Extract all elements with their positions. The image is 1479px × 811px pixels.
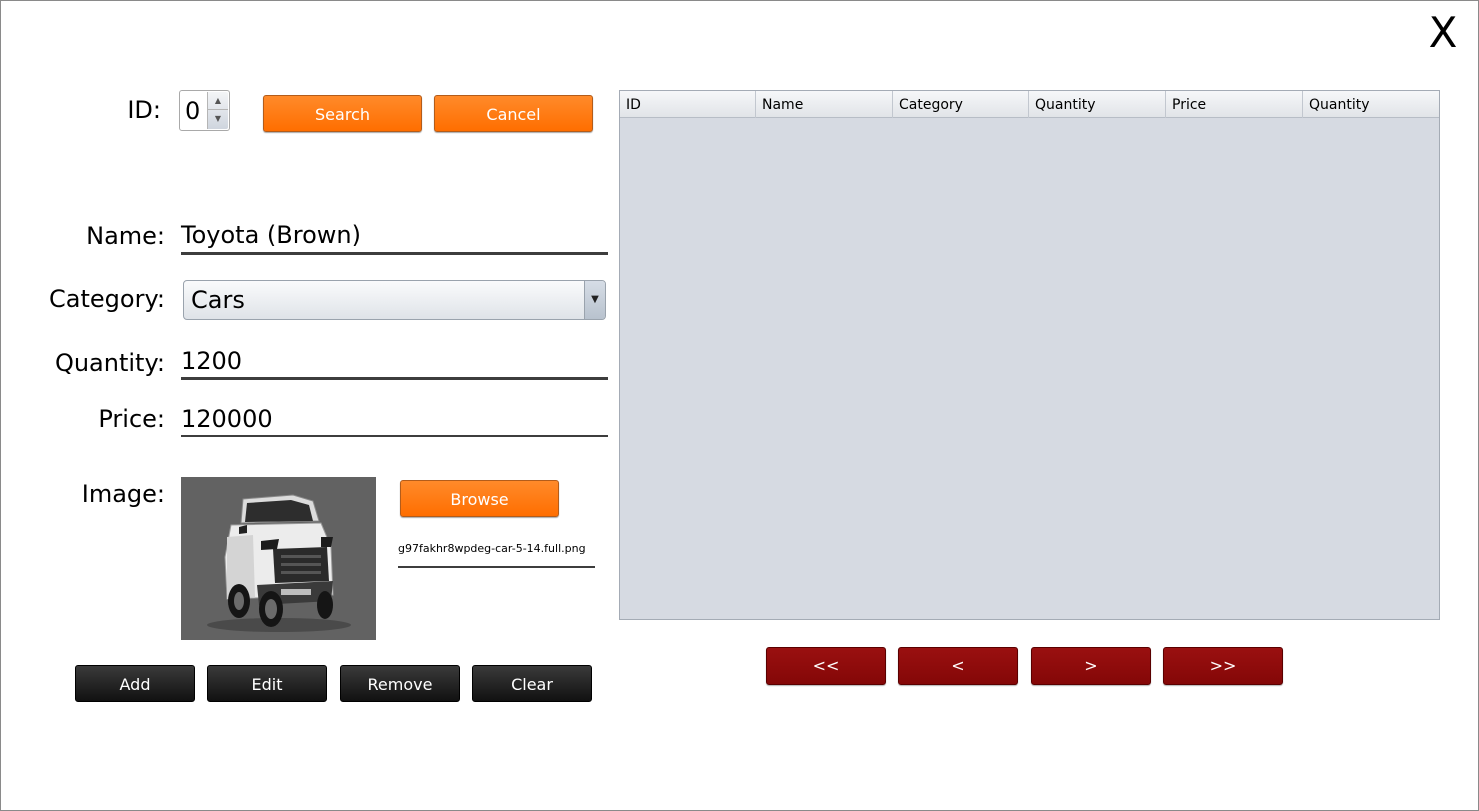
chevron-down-icon[interactable]: ▼ — [584, 281, 605, 319]
last-page-button[interactable]: >> — [1163, 647, 1283, 685]
spinner-down-icon[interactable]: ▼ — [208, 110, 228, 128]
name-label: Name: — [86, 222, 165, 250]
products-table[interactable]: ID Name Category Quantity Price Quantity — [619, 90, 1440, 620]
first-page-button[interactable]: << — [766, 647, 886, 685]
column-header-quantity[interactable]: Quantity — [1029, 91, 1166, 118]
car-picture — [181, 477, 376, 640]
edit-button[interactable]: Edit — [207, 665, 327, 702]
browse-button[interactable]: Browse — [400, 480, 559, 517]
column-header-id[interactable]: ID — [620, 91, 756, 118]
image-filename: g97fakhr8wpdeg-car-5-14.full.png — [398, 542, 595, 568]
close-icon[interactable]: X — [1423, 9, 1463, 57]
remove-button[interactable]: Remove — [340, 665, 460, 702]
clear-button[interactable]: Clear — [472, 665, 592, 702]
car-image-preview — [181, 477, 376, 640]
next-page-button[interactable]: > — [1031, 647, 1151, 685]
column-header-name[interactable]: Name — [756, 91, 893, 118]
quantity-field[interactable]: 1200 — [181, 347, 608, 380]
id-value[interactable]: 0 — [185, 97, 200, 125]
column-header-category[interactable]: Category — [893, 91, 1029, 118]
column-header-price[interactable]: Price — [1166, 91, 1303, 118]
price-field[interactable]: 120000 — [181, 405, 608, 437]
image-label: Image: — [81, 480, 165, 508]
id-label: ID: — [127, 96, 161, 124]
window: X ID: 0 ▲ ▼ Search Cancel Name: Toyota (… — [0, 0, 1479, 811]
category-select[interactable]: Cars ▼ — [183, 280, 606, 320]
category-label: Category: — [49, 285, 165, 313]
quantity-label: Quantity: — [54, 349, 165, 377]
spinner-up-icon[interactable]: ▲ — [208, 92, 228, 110]
previous-page-button[interactable]: < — [898, 647, 1018, 685]
search-button[interactable]: Search — [263, 95, 422, 132]
cancel-button[interactable]: Cancel — [434, 95, 593, 132]
add-button[interactable]: Add — [75, 665, 195, 702]
spinner-arrows: ▲ ▼ — [207, 92, 228, 129]
id-spinner[interactable]: 0 ▲ ▼ — [179, 90, 230, 131]
name-field[interactable]: Toyota (Brown) — [181, 221, 608, 255]
column-header-quantity-2[interactable]: Quantity — [1303, 91, 1439, 118]
category-value: Cars — [191, 286, 245, 314]
price-label: Price: — [98, 405, 165, 433]
table-header: ID Name Category Quantity Price Quantity — [620, 91, 1439, 118]
